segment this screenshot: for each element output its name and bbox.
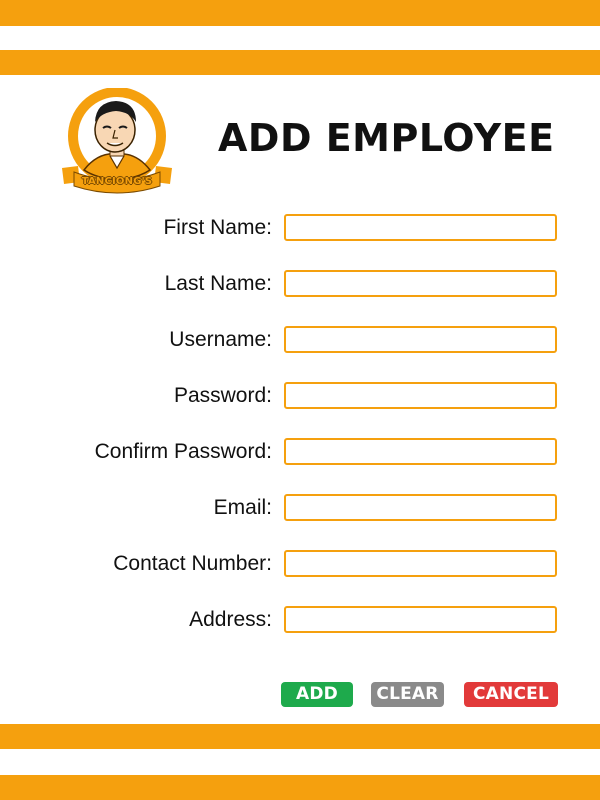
first-name-label: First Name: [163, 216, 272, 239]
first-name-row: First Name: [0, 214, 600, 242]
username-row: Username: [0, 326, 600, 354]
first-name-input[interactable] [284, 214, 557, 241]
add-button[interactable]: ADD [281, 682, 353, 707]
address-row: Address: [0, 606, 600, 634]
clear-button[interactable]: CLEAR [371, 682, 444, 707]
confirm-password-row: Confirm Password: [0, 438, 600, 466]
confirm-password-label: Confirm Password: [94, 440, 272, 463]
cancel-button[interactable]: CANCEL [464, 682, 558, 707]
contact-number-input[interactable] [284, 550, 557, 577]
top-stripe-inner [0, 50, 600, 75]
contact-number-row: Contact Number: [0, 550, 600, 578]
password-input[interactable] [284, 382, 557, 409]
tanciong-logo: TANCIONG'S [58, 87, 176, 196]
top-stripe [0, 0, 600, 26]
page-title: ADD EMPLOYEE [218, 116, 555, 160]
email-label: Email: [213, 496, 272, 519]
email-input[interactable] [284, 494, 557, 521]
confirm-password-input[interactable] [284, 438, 557, 465]
last-name-input[interactable] [284, 270, 557, 297]
email-row: Email: [0, 494, 600, 522]
logo-text: TANCIONG'S [81, 176, 153, 187]
last-name-row: Last Name: [0, 270, 600, 298]
username-input[interactable] [284, 326, 557, 353]
address-label: Address: [189, 608, 272, 631]
last-name-label: Last Name: [164, 272, 272, 295]
bottom-stripe [0, 775, 600, 800]
password-label: Password: [173, 384, 272, 407]
address-input[interactable] [284, 606, 557, 633]
contact-number-label: Contact Number: [113, 552, 272, 575]
bottom-stripe-inner [0, 724, 600, 749]
password-row: Password: [0, 382, 600, 410]
username-label: Username: [169, 328, 272, 351]
